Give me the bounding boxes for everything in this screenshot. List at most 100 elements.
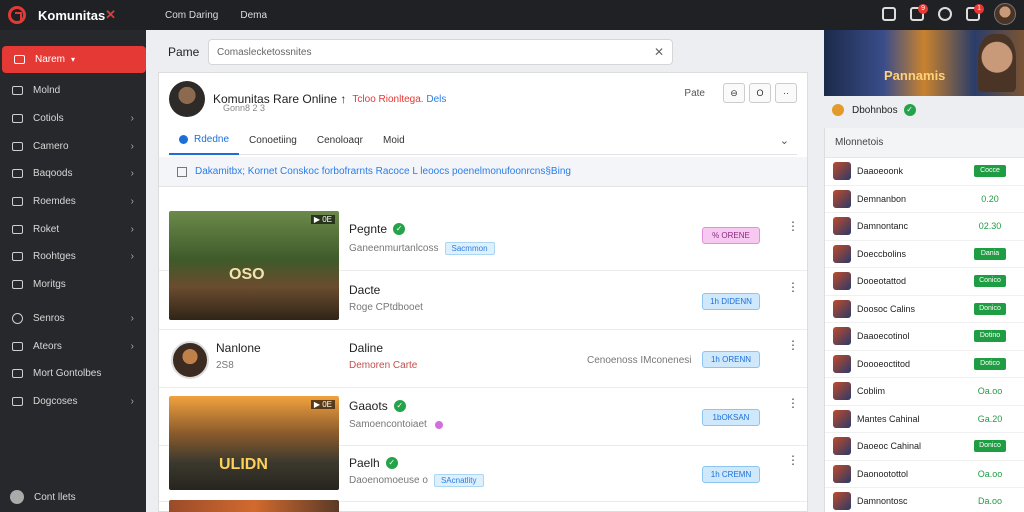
tab-active[interactable]: Rdedne [169,127,240,155]
sidebar-item[interactable]: Mort Gontolbes [0,360,146,388]
sidebar-item[interactable]: Camero › [0,132,146,160]
sidebar-item-label: Baqoods [33,168,73,180]
tab-item[interactable]: Moid [373,127,415,155]
member-status-badge: Ga.20 [977,413,1003,424]
channel-avatar[interactable] [169,81,205,117]
member-list-item[interactable]: Demnanbon 0.20 [825,186,1024,213]
options-button[interactable]: O [749,83,771,103]
logo-icon [8,6,26,24]
filter-button[interactable]: ⊖ [723,83,745,103]
sidebar-item-active[interactable]: Narem ▾ [2,46,146,73]
member-list-item[interactable]: Dooeotattod Conico [825,268,1024,296]
sidebar-item-icon [12,312,23,324]
sidebar-settings[interactable]: Cont llets [10,490,76,504]
video-thumbnail[interactable] [169,500,339,512]
app-logo[interactable]: Komunitas ✕ [0,6,160,24]
notice-bar[interactable]: Dakamitbx; Kornet Conskoc forbofrarnts R… [159,157,807,187]
search-input[interactable]: Comaslecketossnites ✕ [208,39,673,65]
member-list-item[interactable]: Doeccbolins Dania [825,241,1024,268]
channel-avatar[interactable] [171,341,209,379]
sidebar-item-label: Ateors [33,340,62,352]
bookmark-icon[interactable] [882,7,896,21]
status-pill[interactable]: 1h DIDENN [702,293,760,310]
message-icon[interactable]: 1 [966,4,984,21]
sidebar-item[interactable]: Roohtges › [0,243,146,271]
tab-label: Moid [383,135,405,146]
sidebar-item[interactable]: Cotiols › [0,105,146,133]
more-options-icon[interactable]: ⋮ [787,453,799,467]
member-list-item[interactable]: Damnontosc Da.oo [825,488,1024,512]
notification-icon[interactable]: 9 [910,4,928,21]
tag-chip[interactable]: SAcnatlity [433,474,484,487]
member-status-badge: Donico [974,302,1006,315]
top-nav-link[interactable]: Com Daring [165,10,218,21]
sidebar-item[interactable]: Moritgs [0,271,146,299]
page-title: Pame [168,45,200,59]
tab-item[interactable]: Cenoloaqr [307,127,373,155]
member-list-item[interactable]: Damnontanc 02.30 [825,213,1024,241]
message-badge: 1 [974,4,984,14]
member-list-item[interactable]: Doosoc Calins Donico [825,296,1024,323]
row-title[interactable]: Gaaots ✓ [349,399,406,413]
sidebar-item-label: Camero [33,140,69,152]
thumbnail-title: ULIDN [219,456,268,473]
more-options-icon[interactable]: ⋮ [787,338,799,352]
sidebar-bottom-label: Cont llets [34,491,76,503]
member-status-badge: Conico [974,275,1006,288]
member-avatar [833,189,851,208]
member-list-item[interactable]: Daonootottol Oa.oo [825,461,1024,488]
chevron-down-icon[interactable]: ⌄ [780,134,789,147]
member-list: Mlonnetois Daaoeoonk Cocce Demnanbon 0.20 Da… [824,128,1024,512]
member-list-item[interactable]: Coblim Oa.oo [825,378,1024,406]
sidebar-item[interactable]: Senros › [0,305,146,333]
more-options-icon[interactable]: ⋮ [787,396,799,410]
sidebar-item-icon [12,141,23,151]
status-pill[interactable]: 1h ORENN [702,351,760,368]
member-status-badge: 0.20 [981,193,999,204]
chevron-right-icon: › [130,168,134,180]
discord-icon[interactable] [938,7,952,21]
top-nav-link[interactable]: Dema [240,10,267,21]
member-list-item[interactable]: Daaoecotinol Dotino [825,323,1024,351]
user-avatar[interactable] [994,3,1016,25]
status-pill[interactable]: 1bOKSAN [702,409,760,426]
more-options-icon[interactable]: ⋮ [787,280,799,294]
more-button[interactable]: ·· [775,83,797,103]
member-list-item[interactable]: Mantes Cahinal Ga.20 [825,406,1024,433]
promo-banner[interactable]: Pannamis [824,30,1024,96]
row-title[interactable]: Pegnte ✓ [349,222,406,236]
row-title[interactable]: Nanlone [216,341,261,355]
sidebar-item-label: Mort Gontolbes [33,368,102,380]
clear-search-icon[interactable]: ✕ [654,45,664,59]
member-name: Mantes Cahinal [857,413,920,424]
banner-portrait [978,34,1016,92]
channel-link-blue[interactable]: Dels [426,94,446,105]
video-thumbnail[interactable]: ▶ 0E OSO [169,211,339,320]
tag-chip[interactable]: Sacmmon [444,242,495,255]
sidebar-item[interactable]: Dogcoses › [0,388,146,416]
featured-channel[interactable]: Dbohnbos ✓ [832,104,916,116]
status-pill[interactable]: % ORENE [702,227,760,244]
more-options-icon[interactable]: ⋮ [787,219,799,233]
member-name: Daoeoc Cahinal [857,441,922,452]
status-pill[interactable]: 1h CREMN [702,466,760,483]
member-list-item[interactable]: Doooeoctitod Dotico [825,351,1024,378]
sidebar-item[interactable]: Molnd [0,77,146,105]
tab-item[interactable]: Conoetiing [239,127,307,155]
row-title[interactable]: Paelh ✓ [349,456,398,470]
row-title[interactable]: Dacte [349,283,380,297]
verified-icon: ✓ [393,400,406,412]
member-list-item[interactable]: Daaoeoonk Cocce [825,158,1024,186]
channel-link-red[interactable]: Tcloo Rionltega. [352,94,423,105]
row-title[interactable]: Daline [349,341,383,355]
video-thumbnail[interactable]: ▶ 0E ULIDN [169,396,339,490]
sidebar-item[interactable]: Ateors › [0,332,146,360]
sidebar-item-label: Senros [33,312,65,324]
thumbnail-title: OSO [229,266,265,283]
sidebar-item[interactable]: Roket › [0,215,146,243]
sidebar-item[interactable]: Baqoods › [0,160,146,188]
member-list-item[interactable]: Daoeoc Cahinal Donico [825,433,1024,461]
channel-links[interactable]: Tcloo Rionltega. Dels [352,94,446,105]
member-avatar [833,409,851,428]
sidebar-item[interactable]: Roemdes › [0,188,146,216]
